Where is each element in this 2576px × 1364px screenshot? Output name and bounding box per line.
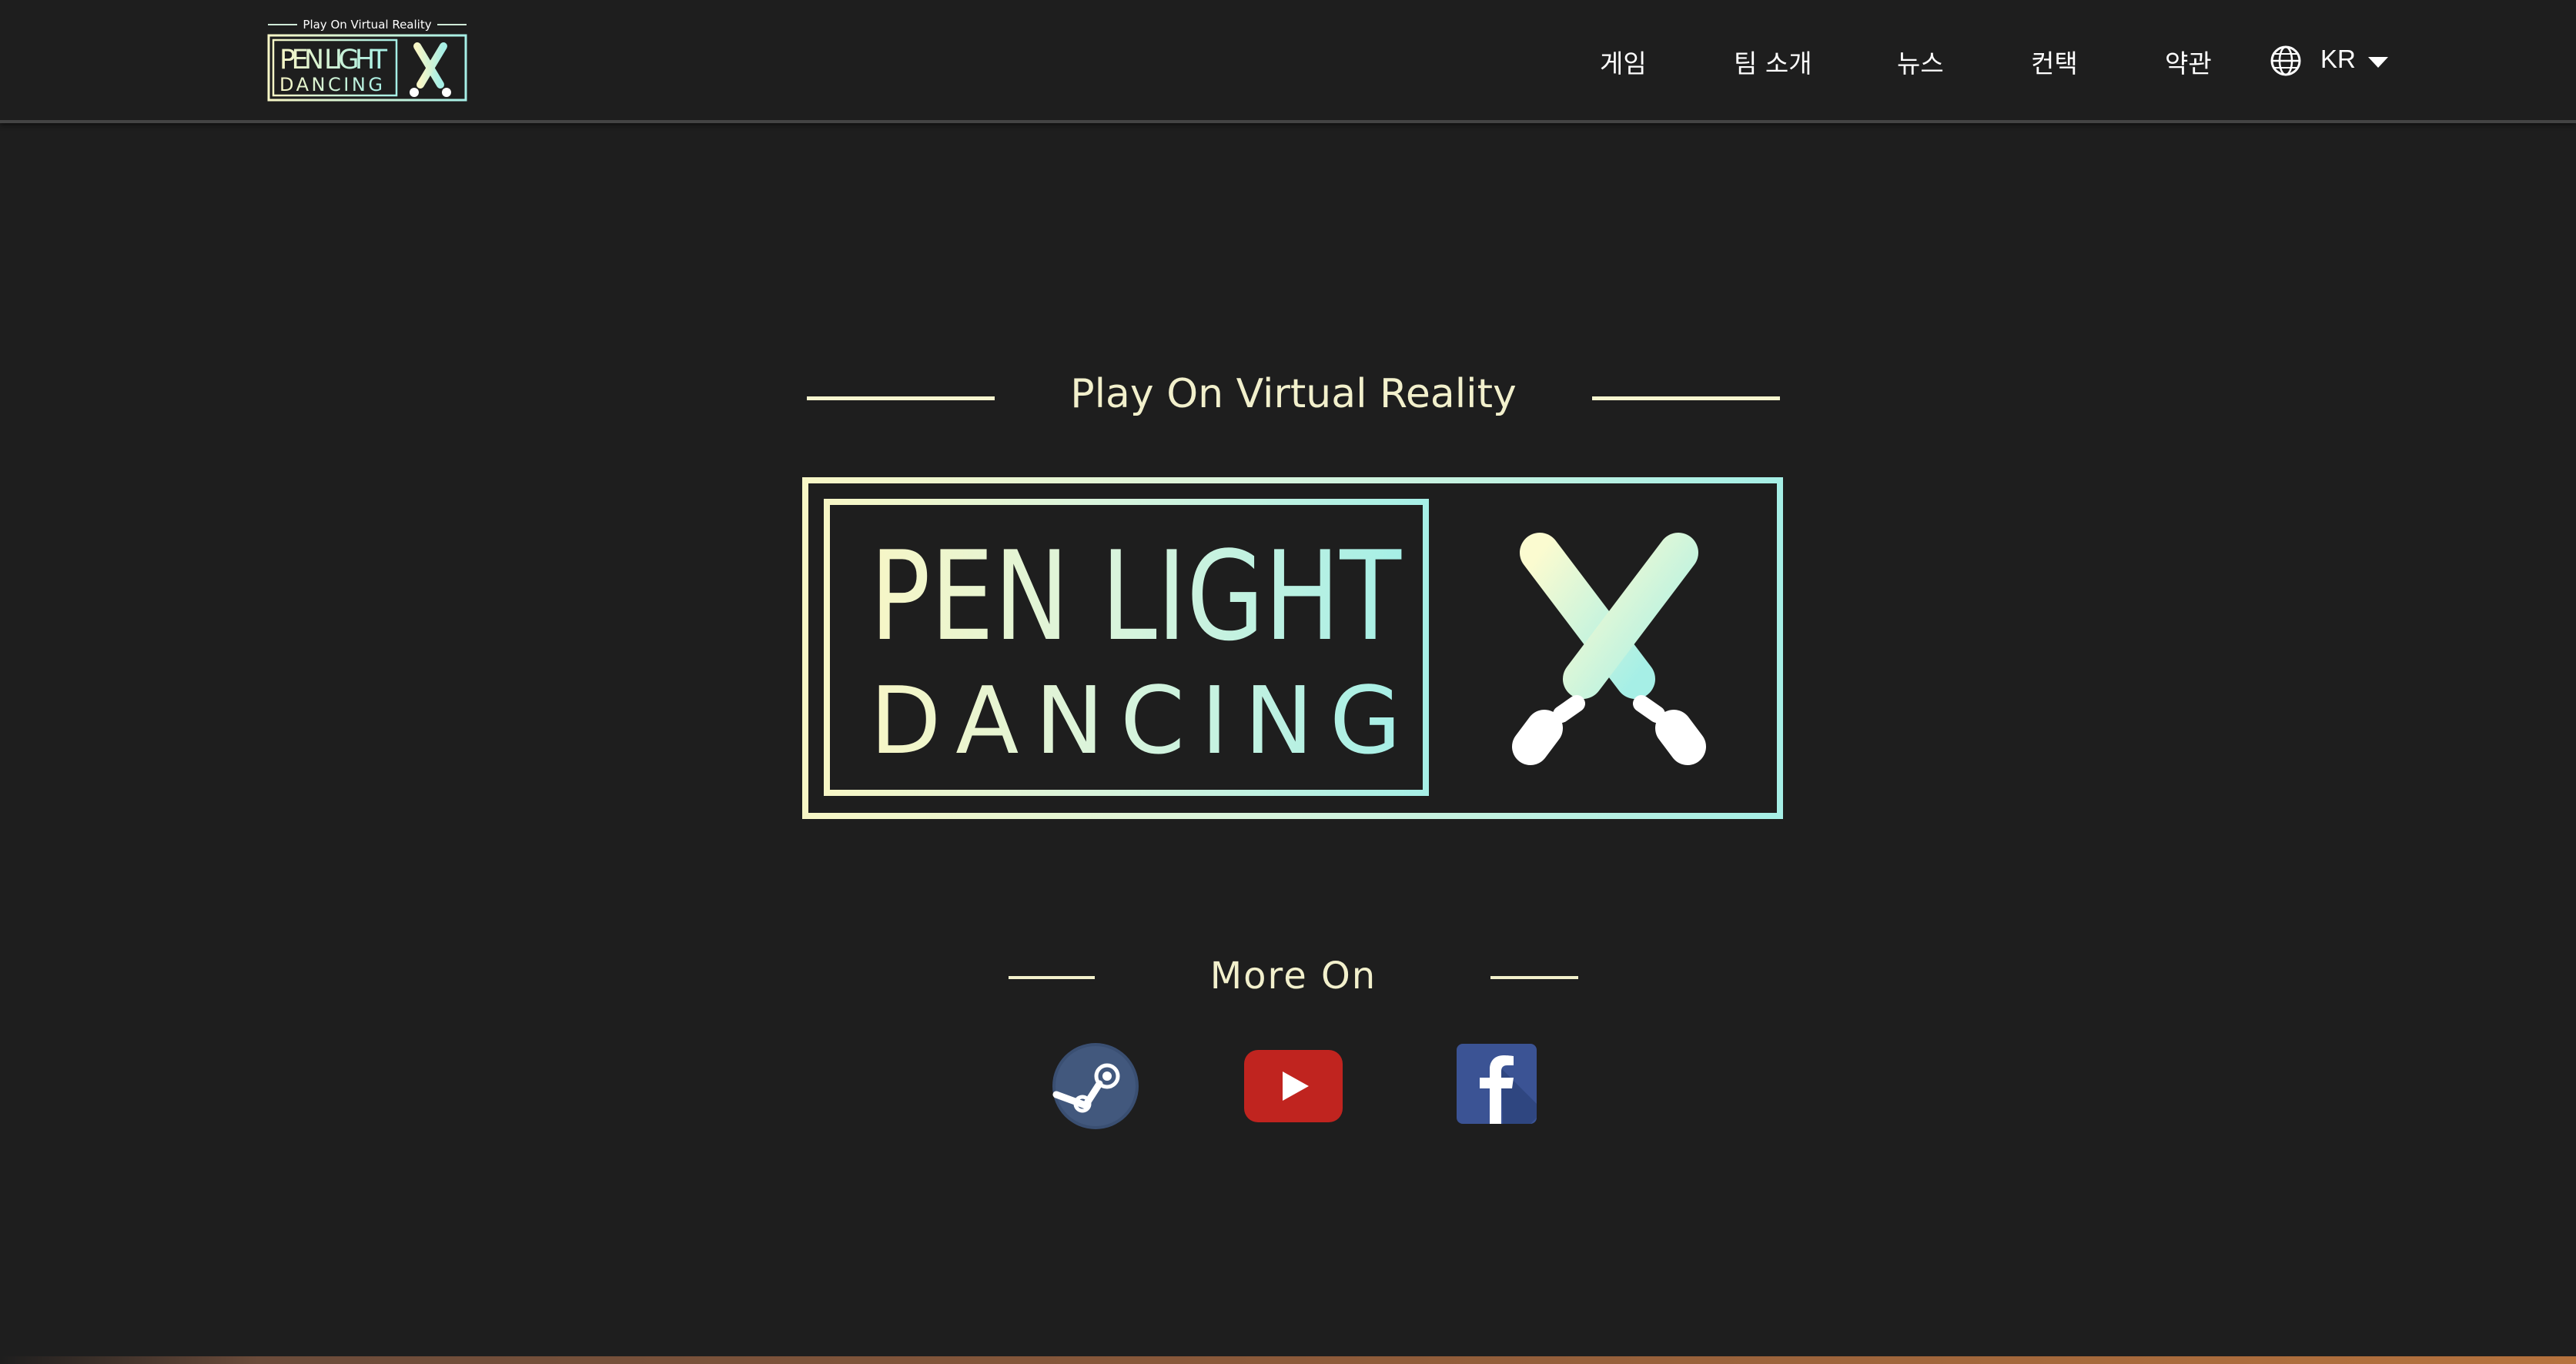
nav-item-game[interactable]: 게임 <box>1600 43 1647 80</box>
language-label: KR <box>2320 45 2356 73</box>
nav-item-news[interactable]: 뉴스 <box>1897 43 1944 80</box>
hero-tagline-text: Play On Virtual Reality <box>1070 371 1517 417</box>
globe-icon <box>2270 45 2301 76</box>
site-header: Play On Virtual Reality PEN LIGHT DANCIN… <box>0 0 2576 123</box>
nav-item-contact[interactable]: 컨택 <box>2031 43 2078 80</box>
facebook-link[interactable] <box>1457 1044 1537 1124</box>
caret-down-icon <box>2368 57 2388 68</box>
main-nav: 게임 팀 소개 뉴스 컨택 약관 <box>0 0 2576 120</box>
crossed-penlights-icon <box>1512 533 1706 765</box>
tagline-divider-right <box>1592 396 1780 400</box>
hero-logo-line2: DANCING <box>870 668 1401 775</box>
bottom-strip <box>0 1356 2576 1364</box>
more-divider-right <box>1490 976 1578 979</box>
more-on-heading: More On <box>1009 951 1578 1013</box>
youtube-link[interactable] <box>1244 1050 1343 1122</box>
steam-link[interactable] <box>1052 1042 1139 1130</box>
hero-tagline: Play On Virtual Reality <box>807 368 1780 430</box>
nav-item-terms[interactable]: 약관 <box>2165 43 2212 80</box>
nav-item-team[interactable]: 팀 소개 <box>1734 43 1812 80</box>
hero-logo-line1: PEN LIGHT <box>870 524 1402 668</box>
hero-logo: PEN LIGHT DANCING <box>802 477 1783 819</box>
